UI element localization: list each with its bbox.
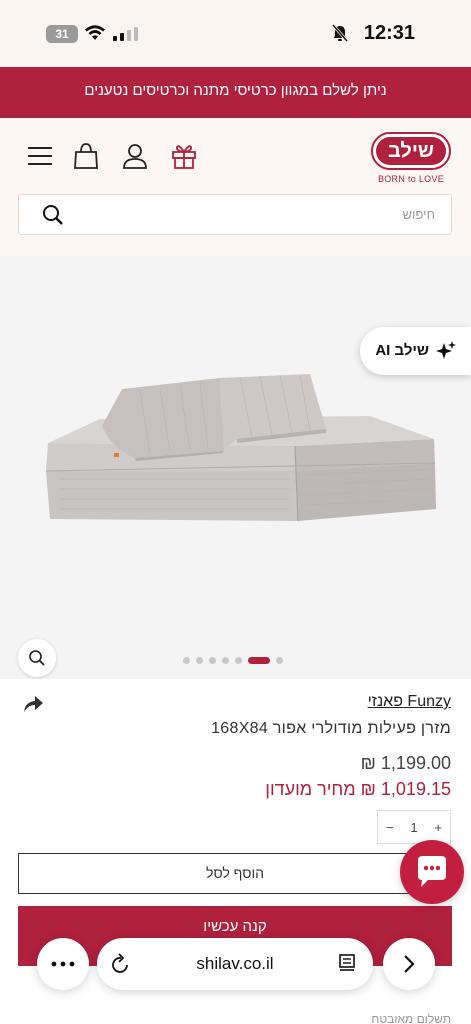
signal-icon	[113, 27, 138, 41]
logo-text: שילב	[376, 137, 446, 165]
search-input[interactable]: חיפוש	[18, 194, 452, 235]
gallery-dot-6[interactable]	[248, 656, 270, 664]
add-to-cart-button[interactable]: הוסף לסל	[18, 853, 452, 894]
reader-mode-icon[interactable]	[337, 953, 357, 973]
bag-icon[interactable]	[72, 142, 100, 170]
price-club: 1,019.15 ₪ מחיר מועדון	[265, 779, 451, 799]
gallery-dot-7[interactable]	[276, 656, 283, 664]
bottom-partial-text: תשלום מאובטח	[371, 1012, 451, 1024]
qty-plus-button[interactable]: +	[434, 820, 442, 835]
site-header: שילב BORN to LOVE חיפוש	[0, 118, 471, 256]
price-original: 1,199.00 ₪	[360, 753, 451, 773]
product-image[interactable]	[40, 371, 440, 541]
qty-value[interactable]: 1	[410, 820, 417, 835]
search-icon[interactable]	[41, 203, 65, 227]
chevron-right-icon	[404, 955, 415, 973]
promo-banner[interactable]: ניתן לשלם במגוון כרטיסי מתנה וכרטיסים נט…	[0, 67, 471, 118]
logo-tagline: BORN to LOVE	[377, 174, 445, 184]
more-options-button[interactable]	[37, 938, 89, 990]
gift-icon[interactable]	[170, 142, 198, 170]
gallery-dot-4[interactable]	[222, 656, 229, 664]
url-text: shilav.co.il	[196, 954, 274, 973]
ai-button-label: שילב AI	[375, 342, 429, 359]
gallery-pagination[interactable]	[183, 655, 283, 665]
clock: 12:31	[363, 22, 415, 44]
product-title: מזרן פעילות מודולרי אפור 168X84	[211, 720, 451, 737]
chat-icon	[418, 856, 446, 887]
address-bar[interactable]: shilav.co.il	[97, 938, 373, 990]
menu-icon[interactable]	[26, 142, 54, 170]
ai-assistant-button[interactable]: שילב AI	[360, 327, 471, 375]
qty-minus-button[interactable]: −	[386, 820, 394, 835]
gallery-dot-3[interactable]	[209, 656, 216, 664]
gallery-dot-2[interactable]	[196, 656, 203, 664]
sparkle-icon	[436, 341, 456, 359]
gallery-dot-5[interactable]	[235, 656, 242, 664]
chat-button[interactable]	[400, 840, 464, 904]
bell-muted-icon	[331, 24, 349, 42]
wifi-icon	[85, 25, 105, 40]
status-bar: 31 12:31	[0, 0, 471, 68]
site-logo[interactable]: שילב BORN to LOVE	[371, 132, 451, 184]
gallery-dot-1[interactable]	[183, 656, 190, 664]
product-brand-link[interactable]: Funzy פאנזי	[368, 693, 451, 711]
forward-button[interactable]	[383, 938, 435, 990]
battery-icon: 31	[46, 25, 78, 43]
browser-toolbar: shilav.co.il	[0, 935, 471, 995]
magnifier-icon	[29, 650, 45, 666]
product-gallery[interactable]: שילב AI	[0, 256, 471, 679]
search-placeholder: חיפוש	[402, 207, 435, 222]
user-icon[interactable]	[121, 142, 149, 170]
zoom-button[interactable]	[18, 639, 56, 677]
ellipsis-icon	[51, 961, 75, 967]
share-icon[interactable]	[22, 693, 44, 715]
quantity-stepper: − 1 +	[377, 810, 451, 844]
